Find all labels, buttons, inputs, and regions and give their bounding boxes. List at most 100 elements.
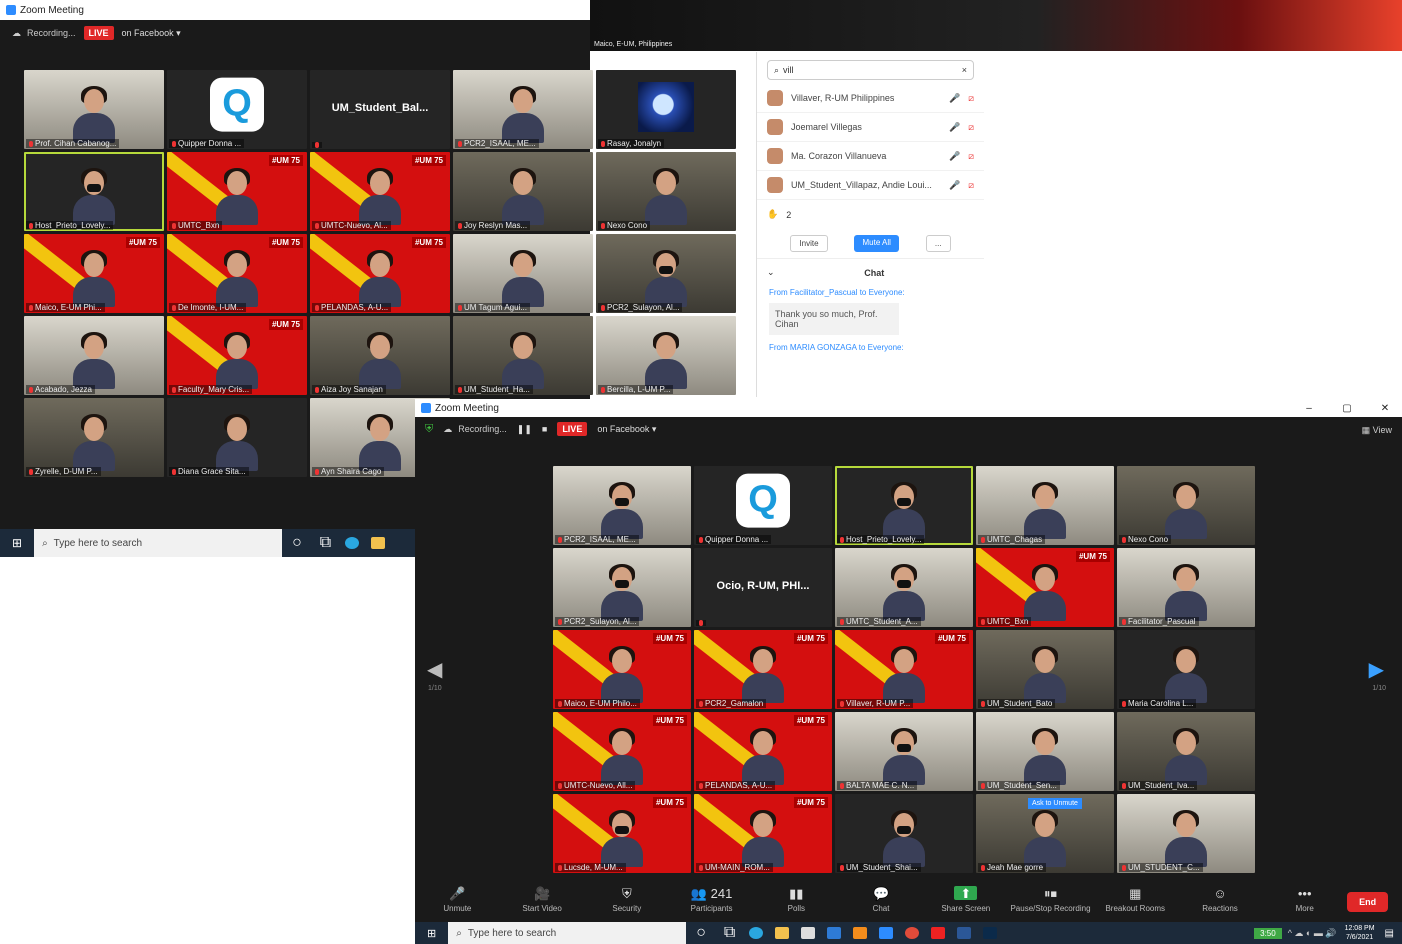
video-tile[interactable]: UM_Student_Ha...: [453, 316, 593, 395]
video-tile[interactable]: Nexo Cono: [596, 152, 736, 231]
mute-all-button[interactable]: Mute All: [854, 235, 899, 252]
video-off-icon[interactable]: ⧄: [968, 122, 974, 133]
video-off-icon[interactable]: ⧄: [968, 151, 974, 162]
taskbar-badge[interactable]: 3:50: [1254, 927, 1282, 939]
video-tile[interactable]: Host_Prieto_Lovely...: [24, 152, 164, 231]
video-tile[interactable]: Facilitator_Pascual: [1117, 548, 1255, 627]
video-tile[interactable]: Nexo Cono: [1117, 466, 1255, 545]
mic-off-button[interactable]: 🎤 Unmute: [415, 886, 500, 913]
vlc-icon[interactable]: [853, 927, 868, 939]
video-tile[interactable]: UM Tagum Agui...: [453, 234, 593, 313]
video-tile[interactable]: Aiza Joy Sanajan: [310, 316, 450, 395]
video-tile[interactable]: UM_Student_Bal...: [310, 70, 450, 149]
video-tile[interactable]: PCR2_ISAAL, ME...: [453, 70, 593, 149]
shield-button[interactable]: ⛨ Security: [584, 886, 669, 913]
edge-icon[interactable]: [749, 927, 764, 939]
windows-start-icon[interactable]: ⊞: [427, 927, 436, 940]
video-tile[interactable]: UM_Student_Shai...: [835, 794, 973, 873]
video-tile[interactable]: UMTC_Bxn: [167, 152, 307, 231]
video-tile[interactable]: Prof. Cihan Cabanog...: [24, 70, 164, 149]
word-icon[interactable]: [957, 927, 972, 939]
video-tile[interactable]: UMTC-Nuevo, Al...: [310, 152, 450, 231]
shield-icon[interactable]: ⛨: [425, 423, 433, 436]
clock[interactable]: 12:08 PM 7/6/2021: [1345, 924, 1375, 942]
video-tile[interactable]: Diana Grace Sita...: [167, 398, 307, 477]
tray-icons[interactable]: ^ ☁ ◐ ▬ 🔊: [1288, 928, 1337, 939]
more-button[interactable]: ••• More: [1262, 886, 1347, 913]
video-tile[interactable]: Q Quipper Donna ...: [694, 466, 832, 545]
video-tile[interactable]: Villaver, R-UM P...: [835, 630, 973, 709]
task-view-icon[interactable]: ⧉: [724, 924, 735, 942]
breakout-button[interactable]: ▦ Breakout Rooms: [1093, 886, 1178, 913]
edge-icon[interactable]: [345, 537, 360, 549]
ask-to-unmute-button[interactable]: Ask to Unmute: [1028, 798, 1082, 809]
video-tile[interactable]: Maico, E-UM Phi...: [24, 234, 164, 313]
chrome-icon[interactable]: [905, 927, 920, 939]
zoom-taskbar-icon[interactable]: [879, 927, 894, 939]
participant-row[interactable]: Ma. Corazon Villanueva 🎤 ⧄: [757, 142, 984, 171]
pause-recording-icon[interactable]: ❚❚: [517, 424, 532, 435]
more-button[interactable]: ...: [925, 235, 951, 252]
video-tile[interactable]: UM_STUDENT_C...: [1117, 794, 1255, 873]
participant-search[interactable]: ⌕ vill ×: [767, 60, 974, 80]
video-tile[interactable]: UM_Student_Sen...: [976, 712, 1114, 791]
photoshop-icon[interactable]: [983, 927, 998, 939]
video-tile[interactable]: PELANDAS, A-U...: [310, 234, 450, 313]
mail-icon[interactable]: [827, 927, 842, 939]
video-tile[interactable]: UM_Student_Iva...: [1117, 712, 1255, 791]
people-button[interactable]: 👥 241 Participants: [669, 886, 754, 913]
task-view-icon[interactable]: ⧉: [320, 534, 331, 552]
video-off-icon[interactable]: ⧄: [968, 180, 974, 191]
mic-icon[interactable]: 🎤: [949, 180, 960, 191]
mic-icon[interactable]: 🎤: [949, 151, 960, 162]
pause-rec-button[interactable]: ⏸⏹ Pause/Stop Recording: [1008, 886, 1093, 913]
video-tile[interactable]: UM-MAIN_ROM...: [694, 794, 832, 873]
taskbar-search[interactable]: ⌕ Type here to search: [448, 922, 687, 944]
chat-button[interactable]: 💬 Chat: [839, 886, 924, 913]
mic-icon[interactable]: 🎤: [949, 93, 960, 104]
live-badge[interactable]: LIVE: [83, 26, 114, 40]
view-button[interactable]: ▦ View: [1362, 425, 1392, 436]
video-tile[interactable]: De Imonte, I-UM...: [167, 234, 307, 313]
video-tile[interactable]: Maico, E-UM Philo...: [553, 630, 691, 709]
video-tile[interactable]: UMTC_Bxn: [976, 548, 1114, 627]
video-tile[interactable]: Lucsde, M-UM...: [553, 794, 691, 873]
poll-button[interactable]: ▮▮ Polls: [754, 886, 839, 913]
video-tile[interactable]: Ocio, R-UM, PHI...: [694, 548, 832, 627]
video-tile[interactable]: Acabado, Jezza: [24, 316, 164, 395]
end-meeting-button[interactable]: End: [1347, 892, 1389, 912]
video-tile[interactable]: UM_Student_Bato: [976, 630, 1114, 709]
next-page-arrow[interactable]: ▶: [1369, 657, 1384, 682]
clear-icon[interactable]: ×: [962, 65, 967, 75]
participant-row[interactable]: UM_Student_Villapaz, Andie Loui... 🎤 ⧄: [757, 171, 984, 200]
video-tile[interactable]: UMTC-Nuevo, All...: [553, 712, 691, 791]
video-tile[interactable]: Zyrelle, D-UM P...: [24, 398, 164, 477]
live-badge[interactable]: LIVE: [557, 422, 588, 436]
video-off-button[interactable]: 🎥 Start Video: [500, 886, 585, 913]
windows-start-icon[interactable]: ⊞: [12, 536, 22, 550]
video-tile[interactable]: UMTC_Student_A...: [835, 548, 973, 627]
video-tile[interactable]: PCR2_Sulayon, Al...: [596, 234, 736, 313]
video-tile[interactable]: PCR2_ISAAL, ME...: [553, 466, 691, 545]
recording-indicator[interactable]: ☁ Recording...: [12, 28, 76, 39]
store-icon[interactable]: [801, 927, 816, 939]
video-tile[interactable]: PELANDAS, A-U...: [694, 712, 832, 791]
cortana-icon[interactable]: ○: [696, 924, 706, 942]
acrobat-icon[interactable]: [931, 927, 946, 939]
video-tile[interactable]: PCR2_Sulayon, Al...: [553, 548, 691, 627]
video-off-icon[interactable]: ⧄: [968, 93, 974, 104]
explorer-icon[interactable]: [775, 927, 790, 939]
stop-recording-icon[interactable]: ■: [542, 424, 547, 434]
video-tile[interactable]: Joy Reslyn Mas...: [453, 152, 593, 231]
video-tile[interactable]: Q Quipper Donna ...: [167, 70, 307, 149]
facebook-stream-menu[interactable]: on Facebook ▾: [122, 28, 181, 39]
video-tile[interactable]: Rasay, Jonalyn: [596, 70, 736, 149]
participant-row[interactable]: Villaver, R-UM Philippines 🎤 ⧄: [757, 84, 984, 113]
video-tile[interactable]: BALTA MAE C. N...: [835, 712, 973, 791]
invite-button[interactable]: Invite: [790, 235, 828, 252]
close-button[interactable]: ✕: [1368, 403, 1402, 414]
video-tile[interactable]: Ask to Unmute Jeah Mae gorre: [976, 794, 1114, 873]
folder-icon[interactable]: [371, 537, 386, 549]
collapse-icon[interactable]: ⌄: [767, 267, 775, 278]
taskbar-search[interactable]: ⌕ Type here to search: [34, 529, 283, 557]
